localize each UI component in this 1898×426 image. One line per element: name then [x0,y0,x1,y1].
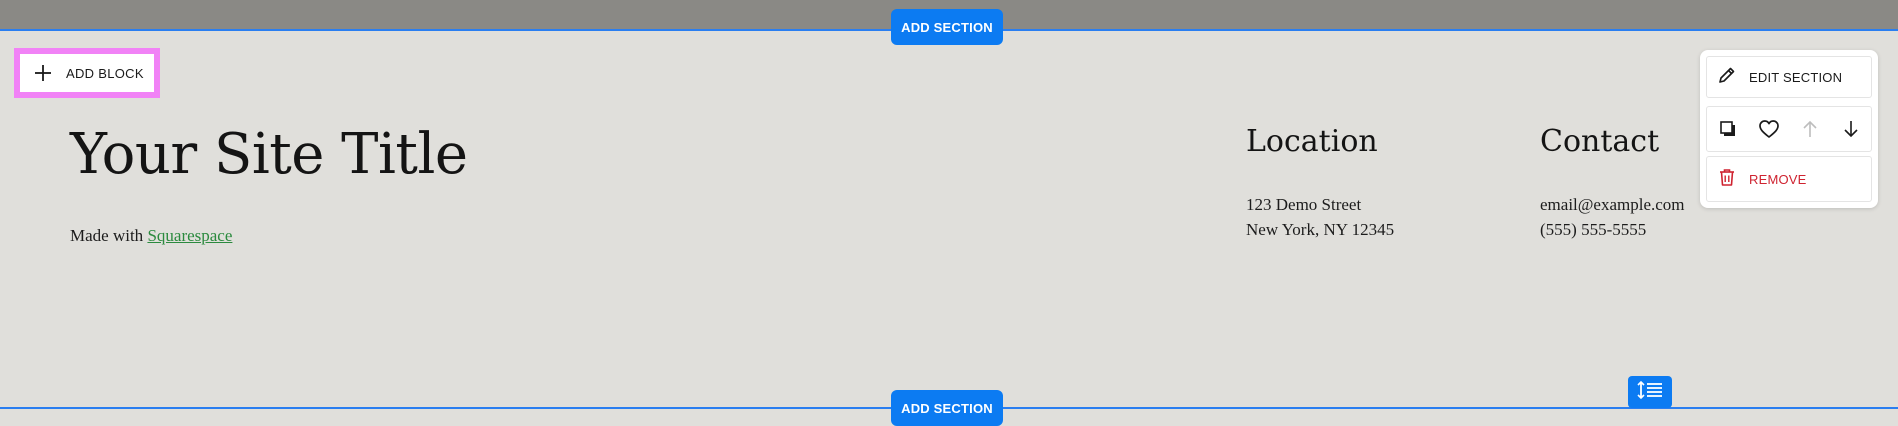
section-toolbar: EDIT SECTION REMOVE [1700,50,1878,208]
location-address-line: 123 Demo Street [1246,195,1362,214]
contact-heading: Contact [1540,124,1660,159]
add-section-top-button[interactable]: ADD SECTION [891,9,1003,45]
add-block-label: ADD BLOCK [66,65,144,81]
remove-section-label: REMOVE [1749,171,1807,187]
arrow-down-icon[interactable] [1836,114,1866,144]
contact-email-line: email@example.com [1540,195,1685,214]
squarespace-link[interactable]: Squarespace [147,226,232,245]
trash-icon [1717,167,1737,192]
location-heading: Location [1246,124,1378,159]
add-section-bottom-button[interactable]: ADD SECTION [891,390,1003,426]
location-city-line: New York, NY 12345 [1246,220,1395,239]
plus-icon [34,64,52,82]
footer-section [0,29,1898,409]
add-block-button[interactable]: ADD BLOCK [14,48,160,98]
made-with-prefix: Made with [70,226,148,245]
made-with-text: Made with Squarespace [70,226,232,246]
contact-phone-line: (555) 555-5555 [1540,220,1647,239]
site-title[interactable]: Your Site Title [70,122,468,187]
arrow-up-icon[interactable] [1795,114,1825,144]
edit-section-button[interactable]: EDIT SECTION [1706,56,1872,98]
pencil-icon [1717,65,1737,90]
section-actions-row [1706,106,1872,152]
vertical-spacing-icon [1636,380,1664,405]
section-spacing-button[interactable] [1628,376,1672,408]
edit-section-label: EDIT SECTION [1749,69,1843,85]
heart-icon[interactable] [1754,114,1784,144]
duplicate-icon[interactable] [1713,114,1743,144]
remove-section-button[interactable]: REMOVE [1706,156,1872,202]
